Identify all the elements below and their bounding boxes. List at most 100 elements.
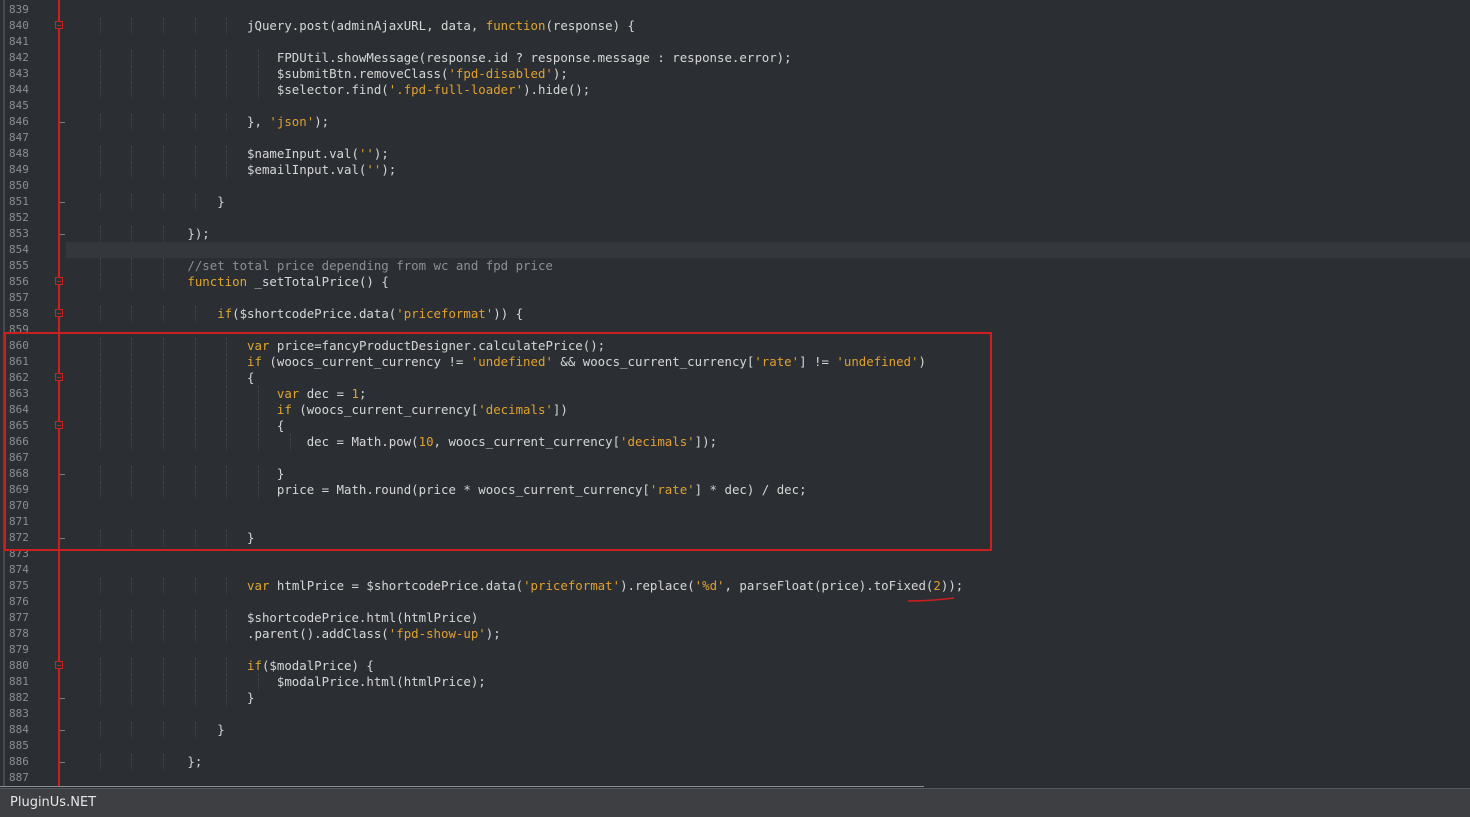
code-line[interactable]: 857 xyxy=(0,290,1470,306)
indent-guide xyxy=(226,674,228,690)
indent-guide xyxy=(131,370,133,386)
code-line[interactable]: 840 jQuery.post(adminAjaxURL, data, func… xyxy=(0,18,1470,34)
fold-collapse-icon[interactable] xyxy=(55,277,63,285)
fold-collapse-icon[interactable] xyxy=(55,309,63,317)
indent-guide xyxy=(163,18,165,34)
code-text: }); xyxy=(68,226,209,242)
indent-guide xyxy=(163,658,165,674)
indent-guide xyxy=(163,306,165,322)
indent-guide xyxy=(226,658,228,674)
string-token: 'undefined' xyxy=(836,354,919,369)
line-number: 844 xyxy=(9,83,29,96)
code-line[interactable]: 863 var dec = 1; xyxy=(0,386,1470,402)
indent-guide xyxy=(226,354,228,370)
code-line[interactable]: 861 if (woocs_current_currency != 'undef… xyxy=(0,354,1470,370)
code-token: $nameInput.val( xyxy=(68,146,359,161)
fold-collapse-icon[interactable] xyxy=(55,661,63,669)
string-token: 'json' xyxy=(269,114,315,129)
indent-guide xyxy=(258,50,260,66)
code-line[interactable]: 883 xyxy=(0,706,1470,722)
code-line[interactable]: 848 $nameInput.val(''); xyxy=(0,146,1470,162)
code-line[interactable]: 860 var price=fancyProductDesigner.calcu… xyxy=(0,338,1470,354)
fold-collapse-icon[interactable] xyxy=(55,421,63,429)
code-line[interactable]: 879 xyxy=(0,642,1470,658)
code-line[interactable]: 875 var htmlPrice = $shortcodePrice.data… xyxy=(0,578,1470,594)
code-line[interactable]: 850 xyxy=(0,178,1470,194)
code-line[interactable]: 873 xyxy=(0,546,1470,562)
code-line[interactable]: 876 xyxy=(0,594,1470,610)
code-line[interactable]: 886 }; xyxy=(0,754,1470,770)
code-token: .parent().addClass( xyxy=(68,626,389,641)
code-line[interactable]: 868 } xyxy=(0,466,1470,482)
code-text: jQuery.post(adminAjaxURL, data, function… xyxy=(68,18,635,34)
indent-guide xyxy=(226,114,228,130)
fold-collapse-icon[interactable] xyxy=(55,21,63,29)
indent-guide xyxy=(163,610,165,626)
indent-guide xyxy=(194,338,196,354)
code-line[interactable]: 881 $modalPrice.html(htmlPrice); xyxy=(0,674,1470,690)
indent-guide xyxy=(163,66,165,82)
code-text: $shortcodePrice.html(htmlPrice) xyxy=(68,610,478,626)
code-line[interactable]: 874 xyxy=(0,562,1470,578)
code-line[interactable]: 854 xyxy=(0,242,1470,258)
code-line[interactable]: 884 } xyxy=(0,722,1470,738)
code-token: , woocs_current_currency[ xyxy=(433,434,621,449)
code-line[interactable]: 862 { xyxy=(0,370,1470,386)
code-line[interactable]: 864 if (woocs_current_currency['decimals… xyxy=(0,402,1470,418)
indent-guide xyxy=(99,146,101,162)
indent-guide xyxy=(131,626,133,642)
code-line[interactable]: 878 .parent().addClass('fpd-show-up'); xyxy=(0,626,1470,642)
code-line[interactable]: 852 xyxy=(0,210,1470,226)
code-line[interactable]: 872 } xyxy=(0,530,1470,546)
code-line[interactable]: 844 $selector.find('.fpd-full-loader').h… xyxy=(0,82,1470,98)
fold-collapse-icon[interactable] xyxy=(55,373,63,381)
code-line[interactable]: 841 xyxy=(0,34,1470,50)
code-text: } xyxy=(68,194,225,210)
code-line[interactable]: 858 if($shortcodePrice.data('priceformat… xyxy=(0,306,1470,322)
code-token: FPDUtil.showMessage(response.id ? respon… xyxy=(68,50,792,65)
code-line[interactable]: 887 xyxy=(0,770,1470,786)
code-line[interactable]: 871 xyxy=(0,514,1470,530)
code-line[interactable]: 867 xyxy=(0,450,1470,466)
code-line[interactable]: 855 //set total price depending from wc … xyxy=(0,258,1470,274)
indent-guide xyxy=(194,578,196,594)
indent-guide xyxy=(163,194,165,210)
fold-end-marker xyxy=(60,122,65,123)
code-line[interactable]: 845 xyxy=(0,98,1470,114)
code-line[interactable]: 880 if($modalPrice) { xyxy=(0,658,1470,674)
code-token: ]); xyxy=(694,434,718,449)
indent-guide xyxy=(226,386,228,402)
code-line[interactable]: 870 xyxy=(0,498,1470,514)
line-number: 865 xyxy=(9,419,29,432)
string-token: '' xyxy=(358,146,374,161)
indent-guide xyxy=(194,434,196,450)
code-line[interactable]: 885 xyxy=(0,738,1470,754)
code-token: } xyxy=(68,194,225,209)
code-line[interactable]: 846 }, 'json'); xyxy=(0,114,1470,130)
code-line[interactable]: 853 }); xyxy=(0,226,1470,242)
code-editor[interactable]: 839 840 jQuery.post(adminAjaxURL, data, f… xyxy=(0,0,1470,787)
code-line[interactable]: 856 function _setTotalPrice() { xyxy=(0,274,1470,290)
code-line[interactable]: 877 $shortcodePrice.html(htmlPrice) xyxy=(0,610,1470,626)
code-line[interactable]: 882 } xyxy=(0,690,1470,706)
line-number: 840 xyxy=(9,19,29,32)
indent-guide xyxy=(226,338,228,354)
code-line[interactable]: 847 xyxy=(0,130,1470,146)
indent-guide xyxy=(258,402,260,418)
code-line[interactable]: 843 $submitBtn.removeClass('fpd-disabled… xyxy=(0,66,1470,82)
indent-guide xyxy=(99,114,101,130)
code-line[interactable]: 851 } xyxy=(0,194,1470,210)
horizontal-scrollbar[interactable] xyxy=(0,786,924,787)
line-number: 866 xyxy=(9,435,29,448)
indent-guide xyxy=(226,530,228,546)
code-line[interactable]: 842 FPDUtil.showMessage(response.id ? re… xyxy=(0,50,1470,66)
code-line[interactable]: 866 dec = Math.pow(10, woocs_current_cur… xyxy=(0,434,1470,450)
code-line[interactable]: 849 $emailInput.val(''); xyxy=(0,162,1470,178)
code-line[interactable]: 839 xyxy=(0,2,1470,18)
line-number: 876 xyxy=(9,595,29,608)
line-number: 887 xyxy=(9,771,29,784)
keyword-token: var xyxy=(247,338,270,353)
code-line[interactable]: 859 xyxy=(0,322,1470,338)
code-line[interactable]: 865 { xyxy=(0,418,1470,434)
code-line[interactable]: 869 price = Math.round(price * woocs_cur… xyxy=(0,482,1470,498)
